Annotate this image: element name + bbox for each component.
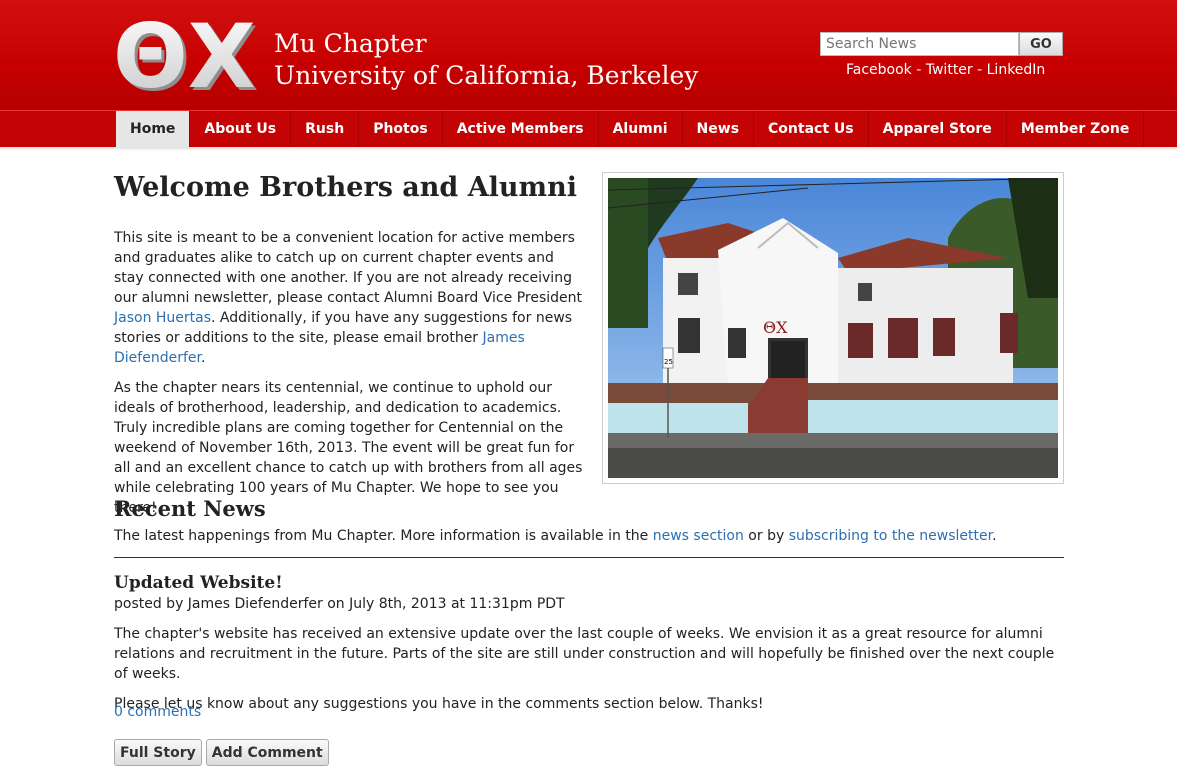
intro-paragraph: This site is meant to be a convenient lo… [114,228,584,368]
svg-text:ΘΧ: ΘΧ [116,16,256,96]
text: or by [743,528,789,544]
social-links: Facebook - Twitter - LinkedIn [846,62,1045,78]
post-actions: Full Story Add Comment [114,739,329,766]
twitter-link[interactable]: Twitter [926,62,973,78]
nav-photos[interactable]: Photos [359,111,443,147]
nav-apparel-store[interactable]: Apparel Store [869,111,1007,147]
house-image: ΘΧ 25 [608,178,1058,478]
chapter-name: Mu Chapter [274,29,427,58]
university-name: University of California, Berkeley [274,61,699,90]
jason-huertas-link[interactable]: Jason Huertas [114,310,211,326]
main-nav-bar: Home About Us Rush Photos Active Members… [0,110,1177,151]
nav-member-zone[interactable]: Member Zone [1007,111,1145,147]
nav-alumni[interactable]: Alumni [599,111,683,147]
nav-about-us[interactable]: About Us [190,111,292,147]
newsletter-subscribe-link[interactable]: subscribing to the newsletter [789,528,992,544]
nav-rush[interactable]: Rush [291,111,360,147]
facebook-link[interactable]: Facebook [846,62,912,78]
site-header: ΘΧ ΘΧ Mu Chapter University of Californi… [0,0,1177,110]
nav-active-members[interactable]: Active Members [443,111,599,147]
welcome-text: This site is meant to be a convenient lo… [114,228,584,528]
text: . [992,528,997,544]
recent-news-heading: Recent News [114,496,266,521]
separator: - [972,62,987,78]
text: This site is meant to be a convenient lo… [114,230,582,306]
site-title: Mu Chapter University of California, Ber… [274,28,698,92]
search-form: GO [820,32,1063,56]
post-paragraph: Please let us know about any suggestions… [114,696,764,712]
linkedin-link[interactable]: LinkedIn [987,62,1046,78]
post-meta: posted by James Diefenderfer on July 8th… [114,596,565,612]
post-paragraph: The chapter's website has received an ex… [114,626,1055,682]
page-title: Welcome Brothers and Alumni [114,172,578,203]
nav-news[interactable]: News [683,111,755,147]
theta-chi-logo[interactable]: ΘΧ ΘΧ [116,16,258,96]
house-greek-letters: ΘΧ [763,318,788,337]
post-title[interactable]: Updated Website! [114,573,283,593]
nav-contact-us[interactable]: Contact Us [754,111,869,147]
nav-home[interactable]: Home [116,111,191,147]
add-comment-button[interactable]: Add Comment [205,739,329,766]
search-input[interactable] [820,32,1019,56]
comments-link[interactable]: 0 comments [114,704,201,720]
post-body: The chapter's website has received an ex… [114,624,1064,724]
text: The latest happenings from Mu Chapter. M… [114,528,653,544]
separator: - [911,62,926,78]
main-nav: Home About Us Rush Photos Active Members… [116,111,1145,147]
search-go-button[interactable]: GO [1019,32,1063,56]
recent-news-description: The latest happenings from Mu Chapter. M… [114,528,997,544]
street-sign-number: 25 [664,358,673,366]
text: . [200,350,206,366]
news-section-link[interactable]: news section [653,528,744,544]
chapter-house-photo: ΘΧ 25 [602,172,1064,484]
divider [114,557,1064,558]
full-story-button[interactable]: Full Story [114,739,202,766]
